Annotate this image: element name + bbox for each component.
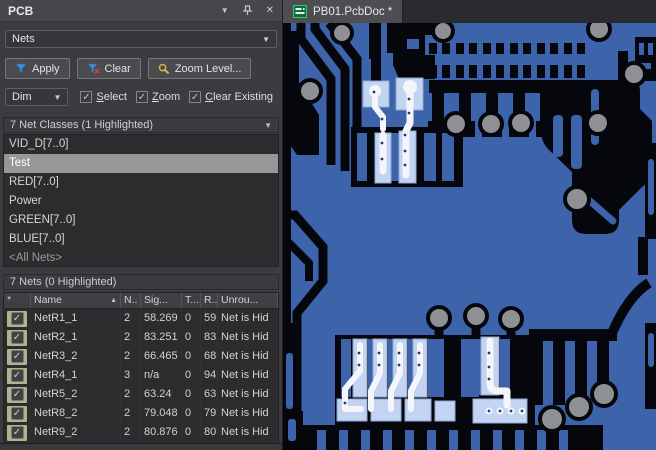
column-header-name[interactable]: Name ▲ bbox=[31, 293, 121, 308]
clear-button[interactable]: Clear bbox=[76, 58, 141, 79]
table-row[interactable]: ✓ NetR8_2 2 79.048 0 79. Net is Hid bbox=[4, 404, 278, 423]
row-checkbox[interactable]: ✓ bbox=[7, 348, 27, 365]
nets-table: * Name ▲ N.. Sig... T... R... Unrou... ✓… bbox=[3, 292, 279, 444]
panel-mode-value: Nets bbox=[12, 33, 35, 45]
row-checkbox[interactable]: ✓ bbox=[7, 424, 27, 441]
column-header-nodes[interactable]: N.. bbox=[121, 293, 141, 308]
check-icon: ✓ bbox=[10, 407, 24, 420]
check-icon: ✓ bbox=[10, 426, 24, 439]
pcbdoc-icon bbox=[293, 5, 307, 18]
toolbar: Apply Clear Zoom Level... bbox=[5, 58, 282, 79]
row-checkbox[interactable]: ✓ bbox=[7, 367, 27, 384]
column-header-t[interactable]: T... bbox=[182, 293, 201, 308]
apply-button[interactable]: Apply bbox=[5, 58, 70, 79]
row-checkbox[interactable]: ✓ bbox=[7, 310, 27, 327]
table-row[interactable]: ✓ NetR5_2 2 63.24 0 63. Net is Hid bbox=[4, 385, 278, 404]
panel-dropdown-icon[interactable]: ▼ bbox=[221, 6, 229, 15]
net-class-item-selected[interactable]: Test bbox=[4, 154, 278, 173]
sort-ascending-icon: ▲ bbox=[110, 297, 117, 304]
net-class-item[interactable]: BLUE[7..0] bbox=[4, 230, 278, 249]
net-classes-section-header[interactable]: 7 Net Classes (1 Highlighted) ▼ bbox=[3, 117, 279, 133]
pcb-panel: PCB ▼ ✕ Nets ▼ Apply Clear Zoom Level...… bbox=[0, 0, 283, 450]
table-row[interactable]: ✓ NetR3_2 2 66.465 0 68. Net is Hid bbox=[4, 347, 278, 366]
column-header-star[interactable]: * bbox=[4, 293, 31, 308]
panel-mode-select[interactable]: Nets ▼ bbox=[5, 30, 277, 48]
chevron-down-icon: ▼ bbox=[262, 34, 270, 44]
nets-table-header: * Name ▲ N.. Sig... T... R... Unrou... bbox=[4, 293, 278, 309]
check-icon: ✓ bbox=[10, 312, 24, 325]
document-area: PB01.PcbDoc * bbox=[283, 0, 656, 450]
net-classes-list: VID_D[7..0] Test RED[7..0] Power GREEN[7… bbox=[3, 134, 279, 267]
pcb-canvas[interactable] bbox=[283, 23, 656, 450]
checkbox-icon: ✓ bbox=[189, 91, 202, 103]
tab-pcbdoc[interactable]: PB01.PcbDoc * bbox=[283, 0, 404, 23]
funnel-clear-icon bbox=[86, 63, 100, 74]
table-row[interactable]: ✓ NetR4_1 3 n/a 0 94. Net is Hid bbox=[4, 366, 278, 385]
net-class-item-all-nets[interactable]: <All Nets> bbox=[4, 249, 278, 266]
row-checkbox[interactable]: ✓ bbox=[7, 405, 27, 422]
zoom-checkbox[interactable]: ✓ Zoom bbox=[135, 91, 180, 103]
chevron-down-icon: ▼ bbox=[53, 92, 62, 102]
row-checkbox[interactable]: ✓ bbox=[7, 329, 27, 346]
panel-bottom-splitter[interactable] bbox=[0, 443, 282, 450]
panel-header: PCB ▼ ✕ bbox=[0, 0, 282, 22]
pcb-editor-viewport bbox=[283, 23, 656, 450]
funnel-icon bbox=[15, 63, 27, 74]
document-tab-bar: PB01.PcbDoc * bbox=[283, 0, 656, 23]
checkbox-icon: ✓ bbox=[80, 91, 93, 103]
panel-pin-icon[interactable] bbox=[242, 5, 252, 16]
row-checkbox[interactable]: ✓ bbox=[7, 386, 27, 403]
nets-section-header[interactable]: 7 Nets (0 Highlighted) bbox=[3, 274, 279, 290]
panel-title: PCB bbox=[8, 3, 34, 18]
dim-options-row: Dim ▼ ✓ Select ✓ Zoom ✓ Clear Existing bbox=[5, 88, 282, 106]
dim-value: Dim bbox=[12, 91, 32, 103]
column-header-signal[interactable]: Sig... bbox=[141, 293, 182, 308]
check-icon: ✓ bbox=[10, 350, 24, 363]
table-row[interactable]: ✓ NetR1_1 2 58.269 0 59 Net is Hid bbox=[4, 309, 278, 328]
net-class-item[interactable]: GREEN[7..0] bbox=[4, 211, 278, 230]
chevron-down-icon: ▼ bbox=[264, 120, 272, 130]
net-class-item[interactable]: RED[7..0] bbox=[4, 173, 278, 192]
checkbox-icon: ✓ bbox=[135, 91, 148, 103]
magnifier-icon bbox=[158, 63, 170, 75]
check-icon: ✓ bbox=[10, 388, 24, 401]
zoom-level-button[interactable]: Zoom Level... bbox=[147, 58, 252, 79]
table-row[interactable]: ✓ NetR9_2 2 80.876 0 80. Net is Hid bbox=[4, 423, 278, 442]
check-icon: ✓ bbox=[10, 369, 24, 382]
clear-existing-checkbox[interactable]: ✓ Clear Existing bbox=[189, 91, 273, 103]
net-class-item[interactable]: VID_D[7..0] bbox=[4, 135, 278, 154]
panel-close-icon[interactable]: ✕ bbox=[266, 5, 274, 16]
net-class-item[interactable]: Power bbox=[4, 192, 278, 211]
tab-label: PB01.PcbDoc * bbox=[313, 5, 393, 18]
dim-select[interactable]: Dim ▼ bbox=[5, 88, 69, 106]
check-icon: ✓ bbox=[10, 331, 24, 344]
table-row[interactable]: ✓ NetR2_1 2 83.251 0 83. Net is Hid bbox=[4, 328, 278, 347]
column-header-r[interactable]: R... bbox=[201, 293, 218, 308]
select-checkbox[interactable]: ✓ Select bbox=[80, 91, 127, 103]
column-header-unrouted[interactable]: Unrou... bbox=[218, 293, 278, 308]
